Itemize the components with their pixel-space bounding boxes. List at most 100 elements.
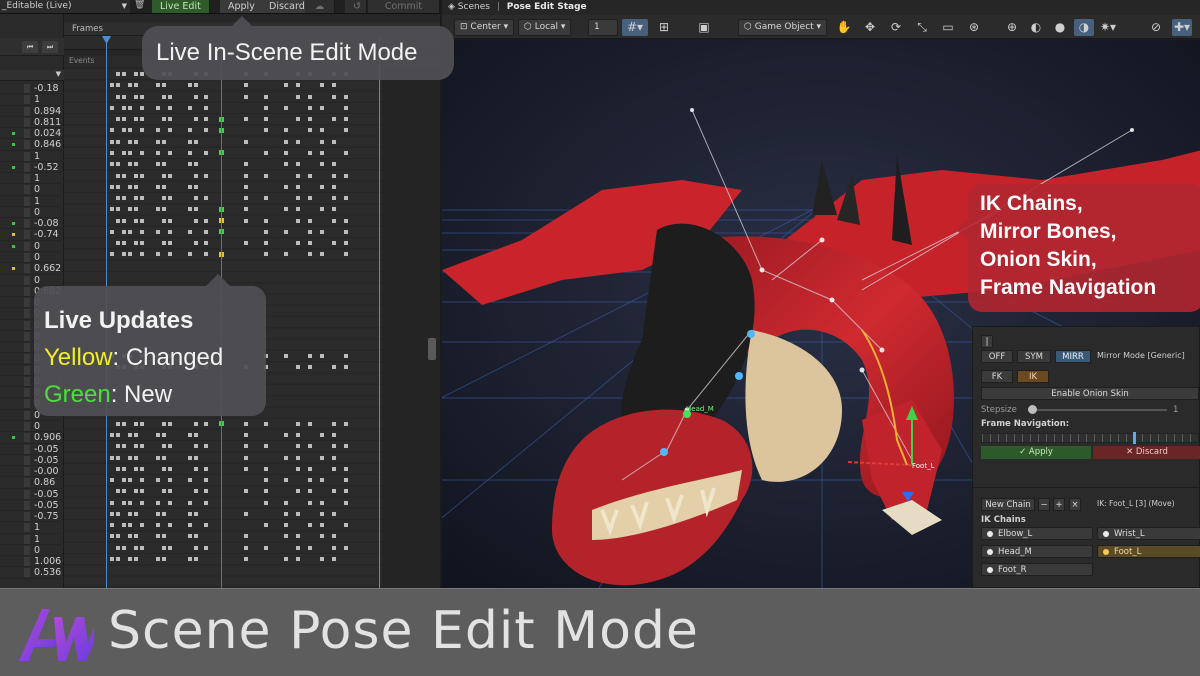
keyframe[interactable]	[128, 252, 132, 257]
keyframe[interactable]	[308, 117, 312, 122]
keyframe[interactable]	[128, 534, 132, 539]
keyframe[interactable]	[134, 466, 138, 471]
keyframe[interactable]	[162, 218, 166, 223]
keyframe[interactable]	[116, 173, 120, 178]
keyframe[interactable]	[320, 455, 324, 460]
trash-icon[interactable]: 🗑	[134, 0, 145, 10]
keyframe[interactable]	[122, 117, 126, 122]
keyframe[interactable]	[134, 455, 138, 460]
keyframe[interactable]	[296, 207, 300, 212]
keyframe[interactable]	[110, 557, 114, 562]
keyframe[interactable]	[188, 139, 192, 144]
keyframe[interactable]	[296, 83, 300, 88]
property-row[interactable]: 0.846	[0, 139, 64, 151]
keyframe[interactable]	[264, 218, 268, 223]
mirror-sym-button[interactable]: SYM	[1017, 350, 1051, 363]
remove-chain-button[interactable]: −	[1038, 498, 1050, 511]
keyframe[interactable]	[204, 196, 208, 201]
keyframe[interactable]	[140, 150, 144, 155]
keyframe[interactable]	[284, 229, 288, 234]
keyframe[interactable]	[264, 229, 268, 234]
property-row[interactable]: 1	[0, 94, 64, 106]
keyframe[interactable]	[332, 196, 336, 201]
next-frame-icon[interactable]: ⏭	[42, 41, 58, 53]
keyframe[interactable]	[194, 444, 198, 449]
keyframe[interactable]	[134, 241, 138, 246]
keyframe[interactable]	[284, 557, 288, 562]
keyframe[interactable]	[332, 173, 336, 178]
keyframe[interactable]	[344, 500, 348, 505]
keyframe[interactable]	[244, 117, 248, 122]
keyframe[interactable]	[204, 150, 208, 155]
keyframe[interactable]	[296, 117, 300, 122]
keyframe[interactable]	[320, 534, 324, 539]
keyframe[interactable]	[244, 432, 248, 437]
keyframe[interactable]	[194, 162, 198, 167]
keyframe[interactable]	[156, 523, 160, 528]
shaded-wire-icon[interactable]: ◐	[1026, 19, 1046, 36]
keyframe[interactable]	[116, 421, 120, 426]
keyframe[interactable]	[308, 545, 312, 550]
keyframe[interactable]	[332, 218, 336, 223]
keyframe[interactable]	[308, 150, 312, 155]
rotate-tool-icon[interactable]: ⟳	[886, 19, 906, 36]
keyframe[interactable]	[162, 173, 166, 178]
property-row[interactable]: 1	[0, 196, 64, 207]
keyframe[interactable]	[168, 94, 172, 99]
keyframe[interactable]	[332, 94, 336, 99]
keyframe[interactable]	[140, 72, 144, 76]
keyframe[interactable]	[168, 466, 172, 471]
keyframe[interactable]	[140, 478, 144, 483]
selected-joint[interactable]	[660, 448, 668, 456]
keyframe[interactable]	[110, 207, 114, 212]
keyframe[interactable]	[122, 94, 126, 99]
tab-scenes[interactable]: Scenes	[458, 2, 490, 12]
move-tool-icon[interactable]: ✥	[860, 19, 880, 36]
keyframe[interactable]	[156, 162, 160, 167]
keyframe[interactable]	[168, 523, 172, 528]
keyframe[interactable]	[194, 534, 198, 539]
keyframe[interactable]	[168, 128, 172, 133]
gizmo-icon[interactable]: ⊘	[1146, 19, 1166, 36]
selected-joint[interactable]	[747, 330, 755, 338]
keyframe[interactable]	[140, 229, 144, 234]
scene-camera-icon[interactable]: ✚▾	[1172, 19, 1192, 36]
keyframe[interactable]	[332, 184, 336, 189]
keyframe[interactable]	[264, 150, 268, 155]
keyframe[interactable]	[162, 444, 166, 449]
keyframe[interactable]	[244, 83, 248, 88]
keyframe[interactable]	[296, 218, 300, 223]
keyframe[interactable]	[110, 252, 114, 257]
keyframe[interactable]	[156, 150, 160, 155]
keyframe[interactable]	[284, 252, 288, 257]
keyframe[interactable]	[244, 511, 248, 516]
keyframe[interactable]	[244, 421, 248, 426]
keyframe[interactable]	[122, 489, 126, 494]
keyframe[interactable]	[122, 105, 126, 110]
keyframe[interactable]	[122, 252, 126, 257]
keyframe[interactable]	[296, 173, 300, 178]
keyframe[interactable]	[110, 534, 114, 539]
delete-chain-button[interactable]: ×	[1069, 498, 1081, 511]
keyframe[interactable]	[110, 478, 114, 483]
keyframe[interactable]	[332, 466, 336, 471]
keyframe[interactable]	[332, 455, 336, 460]
keyframe[interactable]	[308, 196, 312, 201]
keyframe[interactable]	[116, 511, 120, 516]
keyframe[interactable]	[128, 432, 132, 437]
keyframe[interactable]	[204, 466, 208, 471]
clip-dropdown[interactable]: _Editable (Live) ▼	[0, 0, 130, 13]
keyframe[interactable]	[122, 229, 126, 234]
property-row[interactable]: 0	[0, 275, 64, 286]
keyframe[interactable]	[320, 128, 324, 133]
keyframe[interactable]	[332, 162, 336, 167]
keyframe[interactable]	[332, 432, 336, 437]
keyframe[interactable]	[244, 162, 248, 167]
keyframe[interactable]	[110, 523, 114, 528]
keyframe[interactable]	[284, 500, 288, 505]
keyframe[interactable]	[156, 511, 160, 516]
keyframe[interactable]	[204, 117, 208, 122]
keyframe[interactable]	[140, 466, 144, 471]
keyframe[interactable]	[332, 545, 336, 550]
keyframe[interactable]	[162, 432, 166, 437]
